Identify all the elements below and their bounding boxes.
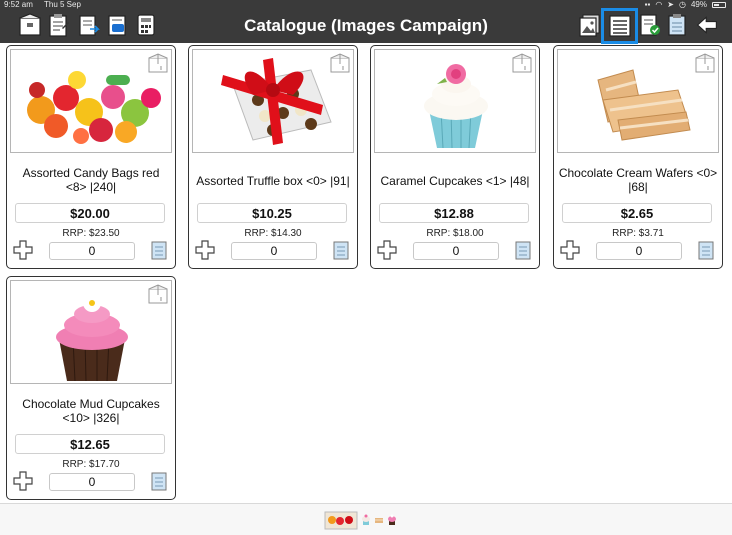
svg-text:ll: ll <box>160 66 162 72</box>
battery-percent: 49% <box>690 0 707 9</box>
notes-button[interactable] <box>666 13 688 37</box>
svg-text:ll: ll <box>524 66 526 72</box>
product-price: $10.25 <box>197 203 347 223</box>
svg-text:ll: ll <box>707 66 709 72</box>
alarm-icon: ◷ <box>679 0 686 9</box>
package-icon: ll <box>512 53 532 73</box>
image-view-button[interactable] <box>579 13 601 37</box>
list-icon <box>608 15 631 37</box>
product-rrp: RRP: $17.70 <box>62 459 120 470</box>
status-time: 9:52 am <box>4 0 33 9</box>
package-icon: ll <box>330 53 350 73</box>
thumb-mud-cupcake[interactable] <box>387 514 397 526</box>
list-view-button-inner <box>604 11 635 41</box>
product-name: Chocolate Cream Wafers <0> |68| <box>558 166 718 194</box>
svg-text:ll: ll <box>160 297 162 303</box>
product-image-mud-cupcake[interactable]: ll <box>10 280 172 384</box>
add-plus-icon[interactable] <box>195 240 215 260</box>
product-card[interactable]: ll Assorted Truffle box <0> |91| $10.25 … <box>188 45 358 269</box>
product-price: $2.65 <box>562 203 712 223</box>
battery-icon <box>712 1 726 8</box>
note-icon[interactable] <box>151 471 167 491</box>
product-name: Assorted Candy Bags red <8> |240| <box>22 166 160 194</box>
header-bar: 9:52 am Thu 5 Sep ▪▪ ◠ ➤ ◷ 49% Catalogue… <box>0 0 732 44</box>
thumbnail-strip <box>0 503 732 535</box>
image-gallery-icon <box>579 14 600 37</box>
thumb-wafer[interactable] <box>374 514 384 526</box>
back-button[interactable] <box>694 13 720 37</box>
package-icon: ll <box>148 284 168 304</box>
notepad-icon <box>668 14 686 36</box>
product-name: Caramel Cupcakes <1> |48| <box>380 174 530 188</box>
quantity-input[interactable]: 0 <box>231 242 317 260</box>
quantity-input[interactable]: 0 <box>413 242 499 260</box>
status-right: ▪▪ ◠ ➤ ◷ 49% <box>645 0 726 9</box>
product-image-candy[interactable]: ll <box>10 49 172 153</box>
package-icon: ll <box>148 53 168 73</box>
signal-icon: ▪▪ <box>644 0 651 9</box>
quantity-input[interactable]: 0 <box>596 242 682 260</box>
package-icon: ll <box>695 53 715 73</box>
product-rrp: RRP: $18.00 <box>426 228 484 239</box>
svg-text:ll: ll <box>342 66 344 72</box>
wifi-icon: ◠ <box>655 0 663 9</box>
note-icon[interactable] <box>698 240 714 260</box>
list-view-button[interactable] <box>601 8 638 44</box>
product-card[interactable]: ll Chocolate Cream Wafers <0> |68| $2.65… <box>553 45 723 269</box>
quantity-input[interactable]: 0 <box>49 242 135 260</box>
product-image-truffle[interactable]: ll <box>192 49 354 153</box>
back-arrow-icon <box>696 16 717 34</box>
product-rrp: RRP: $14.30 <box>244 228 302 239</box>
product-image-cupcake[interactable]: ll <box>374 49 536 153</box>
add-plus-icon[interactable] <box>560 240 580 260</box>
status-date: Thu 5 Sep <box>44 0 81 9</box>
product-name: Chocolate Mud Cupcakes <10> |326| <box>22 397 160 425</box>
add-plus-icon[interactable] <box>13 471 33 491</box>
thumb-cupcake[interactable] <box>361 514 371 526</box>
quantity-input[interactable]: 0 <box>49 473 135 491</box>
product-image-wafer[interactable]: ll <box>557 49 719 153</box>
thumbnail-row <box>324 509 397 531</box>
product-price: $12.65 <box>15 434 165 454</box>
note-icon[interactable] <box>515 240 531 260</box>
product-name: Assorted Truffle box <0> |91| <box>196 174 350 188</box>
add-plus-icon[interactable] <box>377 240 397 260</box>
confirm-order-button[interactable] <box>639 13 661 37</box>
thumb-truffle-box[interactable] <box>324 509 358 531</box>
product-rrp: RRP: $23.50 <box>62 228 120 239</box>
product-card[interactable]: ll Chocolate Mud Cupcakes <10> |326| $12… <box>6 276 176 500</box>
product-price: $12.88 <box>379 203 529 223</box>
product-price: $20.00 <box>15 203 165 223</box>
document-check-icon <box>640 14 660 36</box>
location-icon: ➤ <box>667 0 674 9</box>
product-card[interactable]: ll Assorted Candy Bags red <8> |240| $20… <box>6 45 176 269</box>
note-icon[interactable] <box>151 240 167 260</box>
product-rrp: RRP: $3.71 <box>612 228 664 239</box>
note-icon[interactable] <box>333 240 349 260</box>
product-card[interactable]: ll Caramel Cupcakes <1> |48| $12.88 RRP:… <box>370 45 540 269</box>
add-plus-icon[interactable] <box>13 240 33 260</box>
